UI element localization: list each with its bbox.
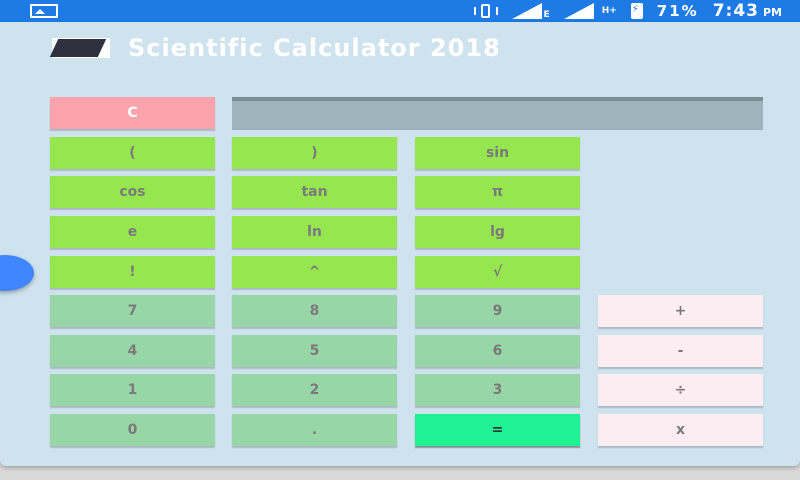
- equals-button[interactable]: =: [415, 414, 580, 446]
- decimal-point-button[interactable]: .: [232, 414, 397, 446]
- calculator-app: Scientific Calculator 2018 C ( ) sin cos…: [0, 22, 800, 466]
- close-paren-button[interactable]: ): [232, 137, 397, 169]
- digit-2-button[interactable]: 2: [232, 374, 397, 406]
- digit-4-button[interactable]: 4: [50, 335, 215, 367]
- minus-button[interactable]: -: [598, 335, 763, 367]
- sin-button[interactable]: sin: [415, 137, 580, 169]
- digit-6-button[interactable]: 6: [415, 335, 580, 367]
- multiply-button[interactable]: x: [598, 414, 763, 446]
- clock-time: 7:43: [712, 1, 759, 21]
- plus-button[interactable]: +: [598, 295, 763, 327]
- battery-percent: 71%: [656, 2, 699, 20]
- open-paren-button[interactable]: (: [50, 137, 215, 169]
- signal-icon-sim2: [563, 3, 594, 19]
- sqrt-button[interactable]: √: [415, 256, 580, 288]
- clock-ampm: PM: [762, 6, 782, 19]
- dual-sim-indicator: H+: [601, 5, 617, 16]
- pi-button[interactable]: π: [415, 176, 580, 208]
- calculator-display: [232, 97, 763, 130]
- digit-7-button[interactable]: 7: [50, 295, 215, 327]
- network-type: E: [543, 10, 550, 20]
- ln-button[interactable]: ln: [232, 216, 397, 248]
- battery-charging-icon: [630, 3, 643, 19]
- digit-3-button[interactable]: 3: [415, 374, 580, 406]
- digit-9-button[interactable]: 9: [415, 295, 580, 327]
- signal-icon: [511, 3, 542, 19]
- status-bar: E H+ 71% 7:43 PM: [0, 0, 800, 22]
- clear-button[interactable]: C: [50, 97, 215, 129]
- digit-1-button[interactable]: 1: [50, 374, 215, 406]
- factorial-button[interactable]: !: [50, 256, 215, 288]
- cos-button[interactable]: cos: [50, 176, 215, 208]
- app-title: Scientific Calculator 2018: [128, 34, 501, 62]
- divide-button[interactable]: ÷: [598, 374, 763, 406]
- gallery-icon: [30, 4, 58, 18]
- digit-8-button[interactable]: 8: [232, 295, 397, 327]
- tan-button[interactable]: tan: [232, 176, 397, 208]
- vibrate-icon: [473, 4, 498, 18]
- digit-5-button[interactable]: 5: [232, 335, 397, 367]
- digit-0-button[interactable]: 0: [50, 414, 215, 446]
- power-button[interactable]: ^: [232, 256, 397, 288]
- e-button[interactable]: e: [50, 216, 215, 248]
- floating-assist-bubble[interactable]: [0, 255, 34, 291]
- lg-button[interactable]: lg: [415, 216, 580, 248]
